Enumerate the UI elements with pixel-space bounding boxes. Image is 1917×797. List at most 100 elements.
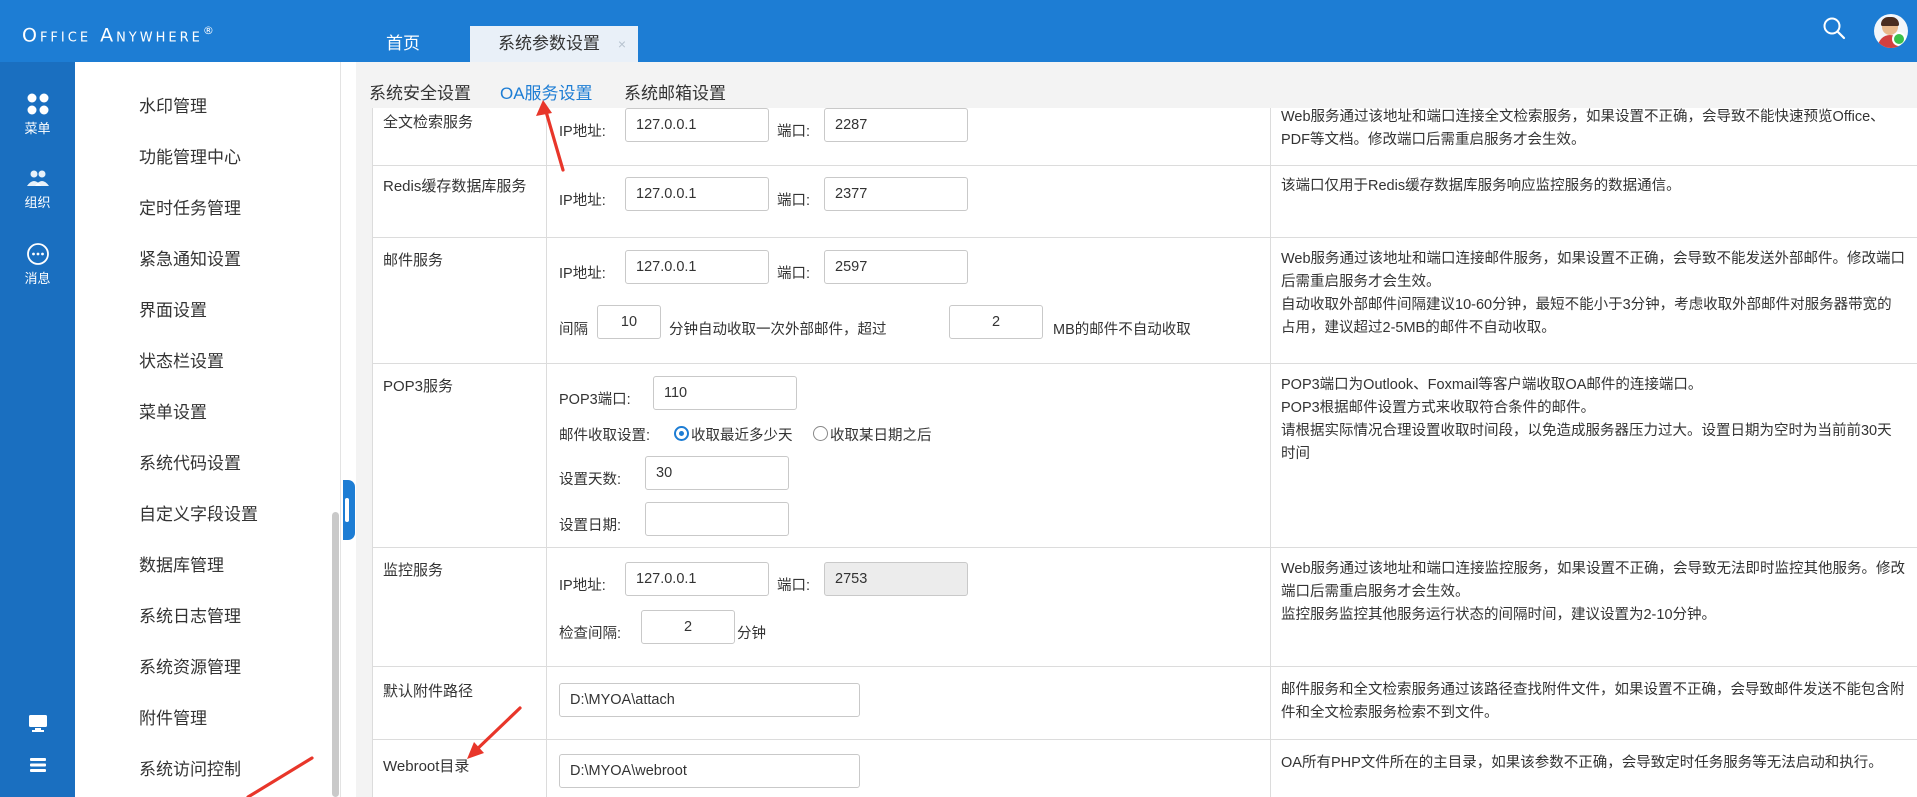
row-monitor: 监控服务 IP地址: 127.0.0.1 端口: 2753 检查间隔: 2 分钟… [373, 548, 1917, 667]
subtab-oa-service[interactable]: OA服务设置 [500, 79, 593, 104]
menu-item-access-control[interactable]: 系统访问控制 [139, 755, 241, 780]
port-label: 端口: [777, 266, 811, 282]
days-label: 设置天数: [559, 472, 622, 488]
collapse-handle[interactable] [343, 480, 355, 540]
fulltext-ip-input[interactable]: 127.0.0.1 [625, 108, 769, 142]
check-unit: 分钟 [737, 626, 766, 642]
desc-line: 监控服务监控其他服务运行状态的间隔时间，建议设置为2-10分钟。 [1281, 607, 1717, 623]
pop3-days-input[interactable]: 30 [645, 456, 789, 490]
radio-after-date[interactable] [813, 426, 828, 441]
pop3-port-label: POP3端口: [559, 392, 631, 408]
desc-line: 自动收取外部邮件间隔建议10-60分钟，最短不能小于3分钟，考虑收取外部邮件对服… [1281, 297, 1892, 336]
rail-label: 消息 [24, 271, 51, 286]
row-webroot: Webroot目录 D:\MYOA\webroot OA所有PHP文件所在的主目… [373, 740, 1917, 797]
subtab-security[interactable]: 系统安全设置 [369, 79, 471, 104]
menu-item-database[interactable]: 数据库管理 [139, 551, 224, 576]
tab-home[interactable]: 首页 [386, 26, 420, 62]
row-description: 邮件服务和全文检索服务通过该路径查找附件文件，如果设置不正确，会导致邮件发送不能… [1281, 682, 1905, 721]
row-fulltext: 全文检索服务 IP地址: 127.0.0.1 端口: 2287 Web服务通过该… [373, 108, 1917, 166]
monitor-icon [28, 715, 47, 732]
rail-item-org[interactable]: 组织 [0, 168, 75, 211]
desc-line: 请根据实际情况合理设置收取时间段，以免造成服务器压力过大。设置日期为空时为当前前… [1281, 423, 1892, 462]
menu-item-system-resources[interactable]: 系统资源管理 [139, 653, 241, 678]
rail-item-list[interactable] [0, 754, 75, 778]
monitor-interval-input[interactable]: 2 [641, 610, 735, 644]
attach-path-input[interactable]: D:\MYOA\attach [559, 683, 860, 717]
row-pop3: POP3服务 POP3端口: 110 邮件收取设置: 收取最近多少天 收取某日期… [373, 364, 1917, 548]
ip-label: IP地址: [559, 266, 606, 282]
monitor-ip-input[interactable]: 127.0.0.1 [625, 562, 769, 596]
rail-item-menu[interactable]: 菜单 [0, 92, 75, 137]
row-description: 该端口仅用于Redis缓存数据库服务响应监控服务的数据通信。 [1281, 178, 1681, 194]
settings-table: 全文检索服务 IP地址: 127.0.0.1 端口: 2287 Web服务通过该… [372, 108, 1917, 797]
row-attach-path: 默认附件路径 D:\MYOA\attach 邮件服务和全文检索服务通过该路径查找… [373, 667, 1917, 740]
menu-item-system-code[interactable]: 系统代码设置 [139, 449, 241, 474]
pop3-date-input[interactable] [645, 502, 789, 536]
radio-recent-days-label[interactable]: 收取最近多少天 [691, 424, 793, 445]
menu-item-emergency-notice[interactable]: 紧急通知设置 [139, 245, 241, 270]
subtab-mailbox[interactable]: 系统邮箱设置 [624, 79, 726, 104]
tab-system-params[interactable]: 系统参数设置 × [470, 26, 638, 62]
icon-rail: 菜单 组织 消息 [0, 62, 75, 797]
fulltext-port-input[interactable]: 2287 [824, 108, 968, 142]
interval-text: 分钟自动收取一次外部邮件，超过 [669, 322, 887, 338]
row-description: Web服务通过该地址和端口连接监控服务，如果设置不正确，会导致无法即时监控其他服… [1281, 558, 1906, 627]
close-icon[interactable]: × [618, 26, 626, 62]
row-mail: 邮件服务 IP地址: 127.0.0.1 端口: 2597 间隔 10 分钟自动… [373, 238, 1917, 364]
mail-ip-input[interactable]: 127.0.0.1 [625, 250, 769, 284]
radio-after-date-label[interactable]: 收取某日期之后 [830, 424, 932, 445]
menu-item-menu-settings[interactable]: 菜单设置 [139, 398, 207, 423]
row-description: OA所有PHP文件所在的主目录，如果该参数不正确，会导致定时任务服务等无法启动和… [1281, 755, 1883, 771]
radio-recent-days[interactable] [674, 426, 689, 441]
menu-item-scheduled-tasks[interactable]: 定时任务管理 [139, 194, 241, 219]
pop3-port-input[interactable]: 110 [653, 376, 797, 410]
monitor-port-input[interactable]: 2753 [824, 562, 968, 596]
chat-icon [26, 243, 49, 265]
row-description: Web服务通过该地址和端口连接邮件服务，如果设置不正确，会导致不能发送外部邮件。… [1281, 248, 1906, 340]
online-status-dot [1892, 32, 1906, 46]
desc-line: Web服务通过该地址和端口连接邮件服务，如果设置不正确，会导致不能发送外部邮件。… [1281, 251, 1906, 290]
tab-label: 系统参数设置 [498, 34, 600, 53]
interval-label: 间隔 [559, 322, 588, 338]
menu-item-statusbar[interactable]: 状态栏设置 [139, 347, 224, 372]
app-logo[interactable]: Office Anywhere® [22, 24, 214, 46]
row-redis: Redis缓存数据库服务 IP地址: 127.0.0.1 端口: 2377 该端… [373, 165, 1917, 238]
row-label: 邮件服务 [383, 252, 444, 269]
row-label: Webroot目录 [383, 758, 470, 775]
ip-label: IP地址: [559, 193, 606, 209]
sub-tabs: 系统安全设置 OA服务设置 系统邮箱设置 [356, 62, 1917, 108]
user-avatar[interactable] [1874, 14, 1908, 48]
rail-item-monitor[interactable] [0, 712, 75, 736]
menu-item-interface[interactable]: 界面设置 [139, 296, 207, 321]
row-label: 全文检索服务 [383, 114, 474, 131]
panel-divider [340, 62, 341, 797]
row-description: POP3端口为Outlook、Foxmail等客户端收取OA邮件的连接端口。 P… [1281, 374, 1906, 466]
redis-ip-input[interactable]: 127.0.0.1 [625, 177, 769, 211]
rail-item-messages[interactable]: 消息 [0, 242, 75, 287]
menu-item-attachments[interactable]: 附件管理 [139, 704, 207, 729]
menu-scrollbar[interactable] [332, 512, 339, 797]
desc-line: Web服务通过该地址和端口连接监控服务，如果设置不正确，会导致无法即时监控其他服… [1281, 561, 1906, 600]
mail-port-input[interactable]: 2597 [824, 250, 968, 284]
desc-line: POP3端口为Outlook、Foxmail等客户端收取OA邮件的连接端口。 [1281, 377, 1703, 393]
row-label: 默认附件路径 [383, 683, 474, 700]
check-interval-label: 检查间隔: [559, 626, 622, 642]
redis-port-input[interactable]: 2377 [824, 177, 968, 211]
port-label: 端口: [777, 578, 811, 594]
menu-item-function-center[interactable]: 功能管理中心 [139, 143, 241, 168]
menu-item-watermark[interactable]: 水印管理 [139, 92, 207, 117]
rail-label: 菜单 [24, 121, 51, 136]
settings-menu: 水印管理 功能管理中心 定时任务管理 紧急通知设置 界面设置 状态栏设置 菜单设… [75, 62, 330, 797]
mail-size-input[interactable]: 2 [949, 305, 1043, 339]
menu-item-system-log[interactable]: 系统日志管理 [139, 602, 241, 627]
list-icon [29, 758, 46, 772]
search-icon[interactable] [1822, 16, 1846, 40]
row-label: Redis缓存数据库服务 [383, 178, 527, 195]
webroot-path-input[interactable]: D:\MYOA\webroot [559, 754, 860, 788]
row-label: 监控服务 [383, 562, 444, 579]
menu-item-custom-fields[interactable]: 自定义字段设置 [139, 500, 258, 525]
users-icon [26, 170, 49, 186]
mail-interval-input[interactable]: 10 [597, 305, 661, 339]
size-text: MB的邮件不自动收取 [1053, 322, 1191, 338]
top-bar: Office Anywhere® 首页 系统参数设置 × [0, 0, 1917, 62]
